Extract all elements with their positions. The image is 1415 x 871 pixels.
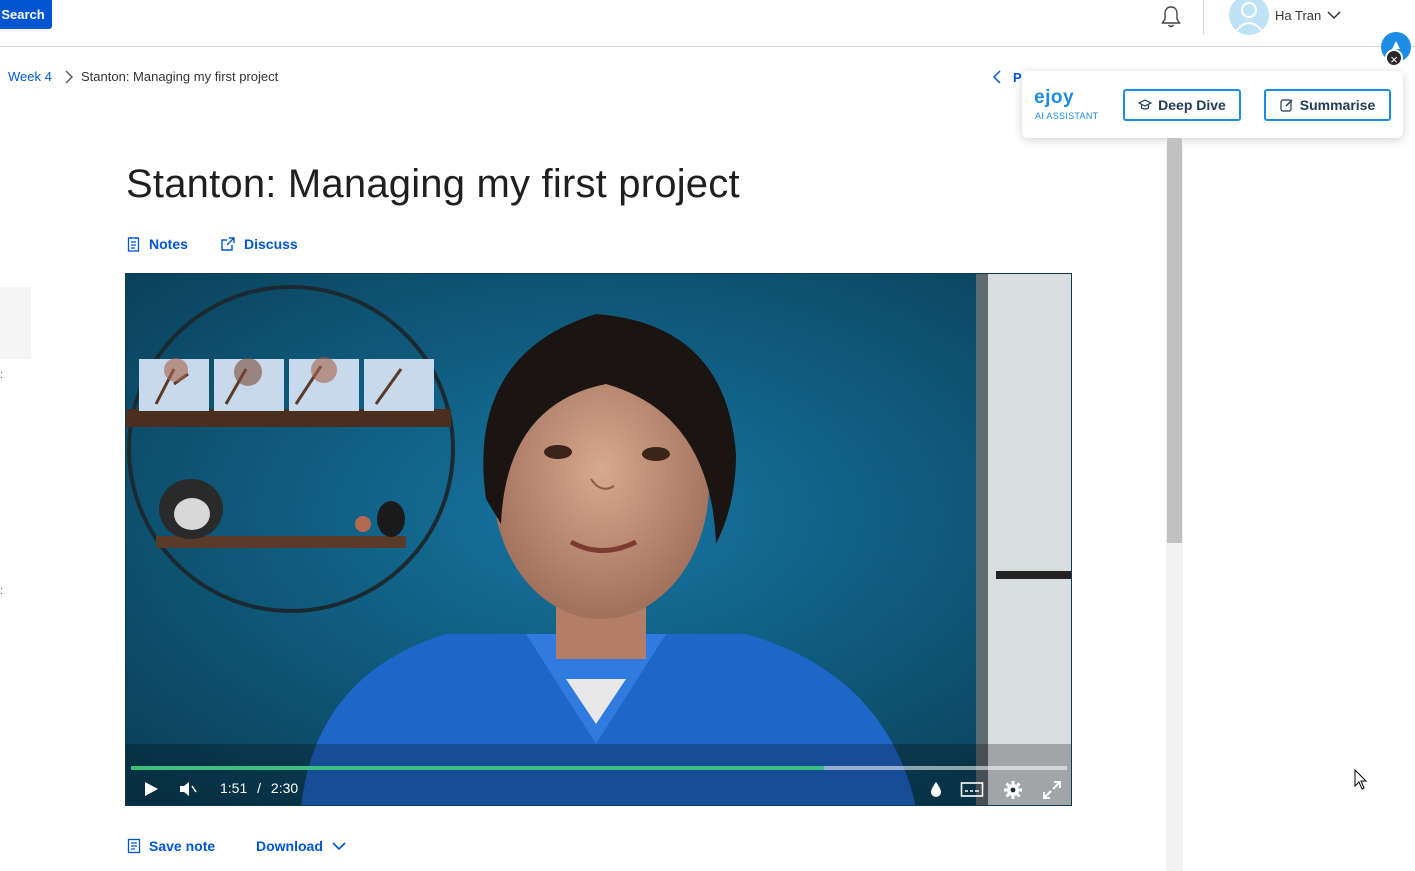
summarise-label: Summarise	[1299, 97, 1376, 113]
play-icon[interactable]	[142, 779, 160, 799]
edit-icon	[1280, 99, 1293, 112]
breadcrumb-current: Stanton: Managing my first project	[81, 69, 279, 84]
chevron-left-icon[interactable]	[991, 69, 1003, 85]
ejoy-subtitle: AI ASSISTANT	[1035, 111, 1099, 121]
video-progress-bar[interactable]	[131, 766, 1067, 770]
notes-icon	[127, 237, 140, 252]
ejoy-logo: ejoy	[1034, 87, 1075, 108]
page: Search Ha Tran × Week 4 Stanton: Managin…	[0, 0, 1415, 871]
chevron-down-icon[interactable]	[1326, 8, 1342, 22]
bell-icon[interactable]	[1158, 4, 1184, 30]
deep-dive-button[interactable]: Deep Dive	[1123, 89, 1241, 121]
time-separator: /	[257, 780, 262, 796]
scrollbar-thumb[interactable]	[1167, 138, 1182, 543]
volume-icon[interactable]	[178, 779, 198, 799]
chevron-right-icon	[65, 70, 73, 84]
subtitles-icon[interactable]	[960, 779, 984, 799]
droplet-icon[interactable]	[928, 779, 944, 799]
save-note-link[interactable]: Save note	[127, 838, 215, 854]
sidebar-item-partial[interactable]	[0, 287, 31, 359]
mouse-cursor-icon	[1354, 769, 1368, 790]
user-name[interactable]: Ha Tran	[1275, 8, 1321, 23]
close-icon[interactable]: ×	[1385, 49, 1403, 67]
current-time: 1:51	[220, 780, 248, 796]
download-label: Download	[256, 838, 323, 854]
deep-dive-label: Deep Dive	[1158, 97, 1226, 113]
download-dropdown[interactable]: Download	[256, 838, 347, 854]
video-player[interactable]: 1:51 / 2:30	[125, 273, 1072, 806]
graduation-cap-icon	[1138, 99, 1153, 110]
video-frame	[126, 274, 1071, 805]
chevron-down-icon	[332, 842, 346, 851]
video-time: 1:51 / 2:30	[220, 780, 298, 796]
video-progress-fill	[131, 766, 824, 770]
breadcrumb-week[interactable]: Week 4	[8, 69, 52, 84]
notes-link[interactable]: Notes	[127, 236, 188, 252]
discuss-link[interactable]: Discuss	[220, 236, 298, 252]
avatar-icon[interactable]	[1229, 0, 1269, 35]
page-title: Stanton: Managing my first project	[126, 162, 740, 206]
top-header: Search Ha Tran	[0, 0, 1415, 47]
duration: 2:30	[270, 780, 299, 796]
settings-icon[interactable]	[1002, 779, 1024, 801]
summarise-button[interactable]: Summarise	[1264, 89, 1391, 121]
save-note-label: Save note	[149, 838, 216, 854]
external-link-icon	[221, 237, 235, 251]
notes-label: Notes	[149, 236, 188, 252]
ejoy-assistant-popup: ejoy AI ASSISTANT Deep Dive Summarise	[1022, 71, 1403, 138]
save-note-icon	[127, 838, 141, 854]
fullscreen-icon[interactable]	[1041, 779, 1063, 801]
sidebar-item-partial-text: :	[0, 585, 4, 597]
header-divider	[1203, 0, 1204, 34]
discuss-label: Discuss	[244, 236, 298, 252]
search-button[interactable]: Search	[0, 0, 52, 29]
sidebar-item-partial-text: :	[0, 369, 4, 381]
